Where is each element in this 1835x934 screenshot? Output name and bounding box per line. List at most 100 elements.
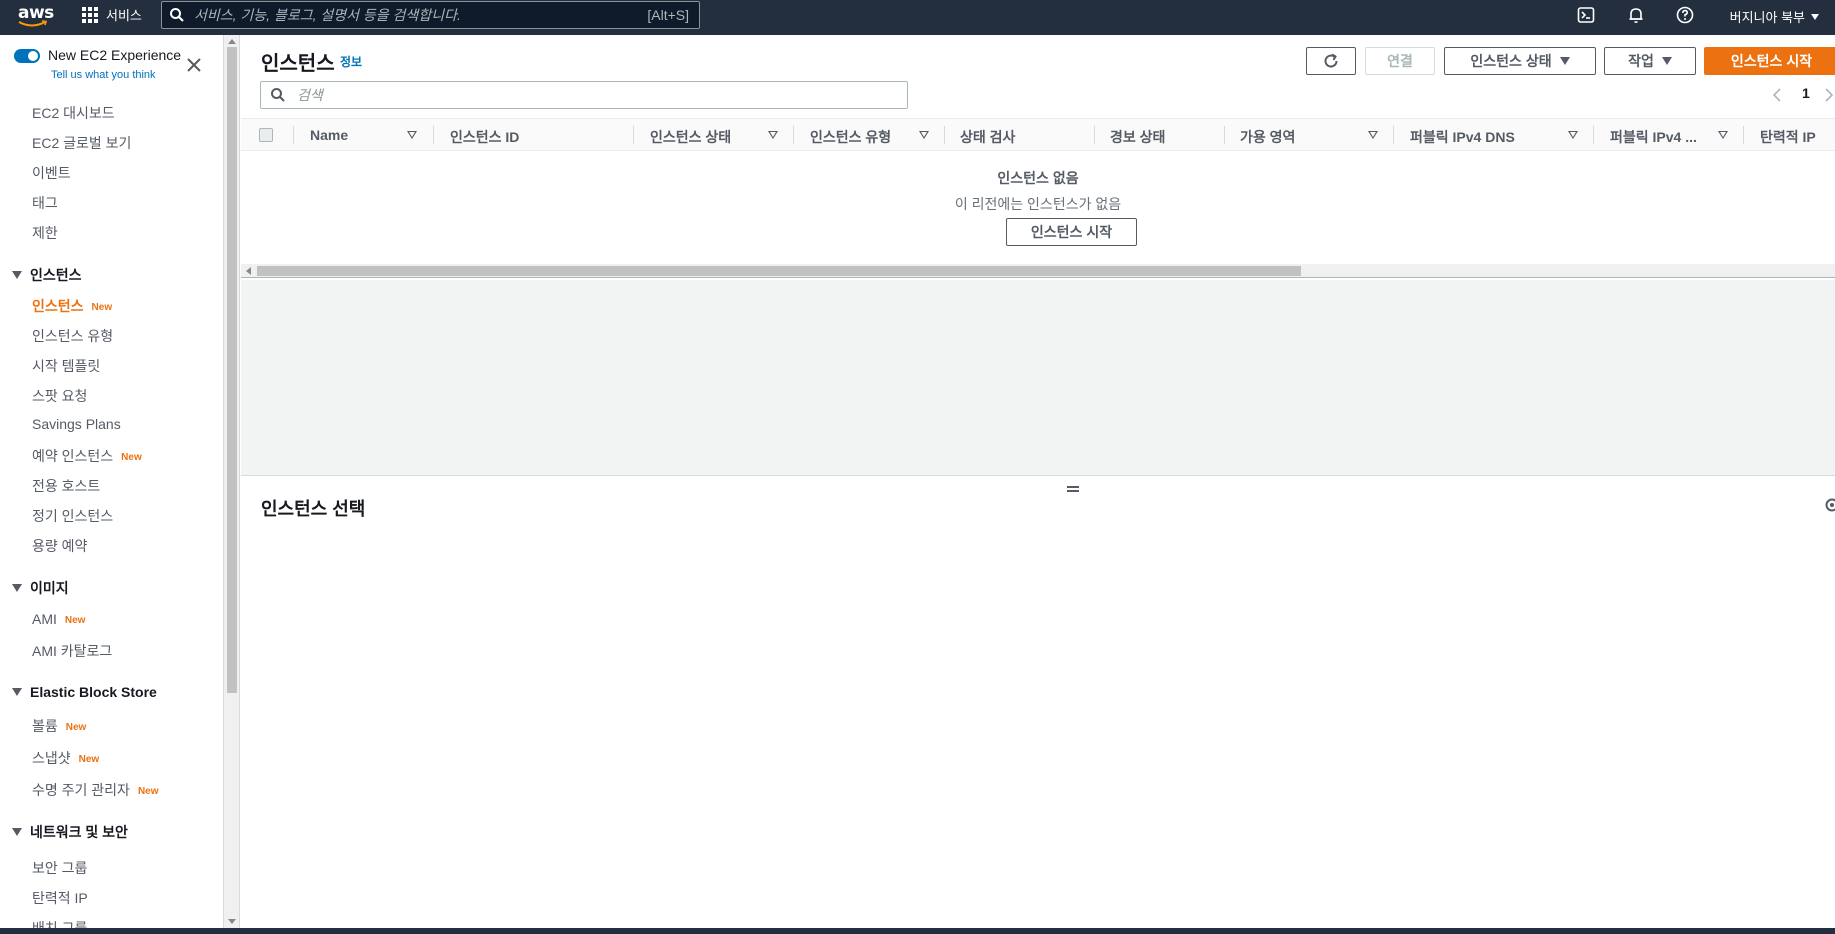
instance-filter-input[interactable]: 검색 <box>260 81 908 109</box>
caret-down-icon <box>1661 57 1672 65</box>
column-header-instance-id[interactable]: 인스턴스 ID <box>450 127 519 147</box>
sidebar-item-lifecycle-manager[interactable]: 수명 주기 관리자 New <box>32 780 159 800</box>
sidebar-item-elastic-ips[interactable]: 탄력적 IP <box>32 888 88 908</box>
instance-state-label: 인스턴스 상태 <box>1470 53 1552 69</box>
column-header-elastic-ip[interactable]: 탄력적 IP <box>1760 127 1816 147</box>
services-label: 서비스 <box>106 8 142 23</box>
global-search-input[interactable]: 서비스, 기능, 블로그, 설명서 등을 검색합니다. [Alt+S] <box>161 1 700 29</box>
sidebar-item-ami[interactable]: AMI New <box>32 611 85 627</box>
sort-icon[interactable] <box>407 131 417 139</box>
sort-icon[interactable] <box>1718 131 1728 139</box>
actions-label: 작업 <box>1628 53 1654 69</box>
split-panel-handle[interactable] <box>1067 486 1079 492</box>
sidebar-section-images[interactable]: 이미지 <box>12 578 69 598</box>
sidebar-item-label: AMI <box>32 611 57 627</box>
sidebar-scrollbar[interactable] <box>224 35 240 928</box>
page-title: 인스턴스 <box>261 53 335 75</box>
table-horizontal-scrollbar[interactable] <box>241 264 1835 278</box>
chevron-left-icon[interactable] <box>1772 87 1782 103</box>
help-icon[interactable] <box>1676 6 1694 24</box>
column-header-instance-state[interactable]: 인스턴스 상태 <box>650 127 731 147</box>
sidebar-item-placement-groups[interactable]: 배치 그룹 <box>32 918 87 928</box>
sidebar-item-instance-types[interactable]: 인스턴스 유형 <box>32 326 113 346</box>
scrollbar-thumb[interactable] <box>227 47 237 693</box>
sidebar-item-security-groups[interactable]: 보안 그룹 <box>32 858 87 878</box>
sidebar-item-label: 인스턴스 <box>32 298 84 314</box>
sidebar-item-events[interactable]: 이벤트 <box>32 163 71 183</box>
sidebar-item-ami-catalog[interactable]: AMI 카탈로그 <box>32 641 112 661</box>
sidebar-section-instances[interactable]: 인스턴스 <box>12 265 82 285</box>
sidebar-item-limits[interactable]: 제한 <box>32 223 58 243</box>
page-number[interactable]: 1 <box>1802 85 1810 101</box>
column-divider <box>433 126 434 144</box>
instance-state-button[interactable]: 인스턴스 상태 <box>1444 47 1596 75</box>
launch-instances-button[interactable]: 인스턴스 시작 <box>1704 47 1835 75</box>
sidebar-item-reserved-instances[interactable]: 예약 인스턴스 New <box>32 446 142 466</box>
sidebar-item-snapshots[interactable]: 스냅샷 New <box>32 748 99 768</box>
column-header-public-ipv4[interactable]: 퍼블릭 IPv4 ... <box>1610 127 1697 147</box>
sort-icon[interactable] <box>768 131 778 139</box>
sidebar-section-network-security[interactable]: 네트워크 및 보안 <box>12 822 128 842</box>
column-header-public-dns[interactable]: 퍼블릭 IPv4 DNS <box>1410 127 1515 147</box>
feedback-link[interactable]: Tell us what you think <box>51 69 156 81</box>
scrollbar-thumb[interactable] <box>257 266 1301 276</box>
close-icon[interactable] <box>186 57 202 73</box>
main-content: 인스턴스 정보 연결 인스턴스 상태 작업 인스턴스 시작 검색 1 Name <box>241 35 1835 928</box>
column-header-name[interactable]: Name <box>310 127 348 143</box>
aws-smile-icon <box>18 20 48 27</box>
column-header-availability-zone[interactable]: 가용 영역 <box>1240 127 1295 147</box>
scroll-left-icon[interactable] <box>246 267 251 275</box>
column-header-instance-type[interactable]: 인스턴스 유형 <box>810 127 891 147</box>
sidebar-item-spot-requests[interactable]: 스팟 요청 <box>32 386 87 406</box>
sidebar-item-dashboard[interactable]: EC2 대시보드 <box>32 103 115 123</box>
sidebar-item-scheduled-instances[interactable]: 정기 인스턴스 <box>32 506 113 526</box>
sidebar-item-instances[interactable]: 인스턴스 New <box>32 296 112 316</box>
sort-icon[interactable] <box>1368 131 1378 139</box>
connect-button[interactable]: 연결 <box>1365 47 1435 75</box>
services-menu-button[interactable]: 서비스 <box>82 0 142 29</box>
empty-launch-button[interactable]: 인스턴스 시작 <box>1006 218 1137 246</box>
experience-toggle[interactable] <box>14 49 40 63</box>
sidebar-item-tags[interactable]: 태그 <box>32 193 58 213</box>
select-all-checkbox[interactable] <box>259 128 273 142</box>
sidebar-item-capacity-reservations[interactable]: 용량 예약 <box>32 536 87 556</box>
apps-grid-icon <box>82 6 98 23</box>
bell-icon[interactable] <box>1627 6 1645 24</box>
chevron-down-icon <box>1811 13 1819 20</box>
column-header-status-check[interactable]: 상태 검사 <box>960 127 1015 147</box>
sort-icon[interactable] <box>919 131 929 139</box>
sidebar-item-dedicated-hosts[interactable]: 전용 호스트 <box>32 476 100 496</box>
column-divider <box>1393 126 1394 144</box>
sidebar-item-launch-templates[interactable]: 시작 템플릿 <box>32 356 100 376</box>
region-selector[interactable]: 버지니아 북부 <box>1730 7 1819 26</box>
cloudshell-icon[interactable] <box>1577 6 1595 24</box>
table-header: Name 인스턴스 ID 인스턴스 상태 인스턴스 유형 상태 검사 경보 상태… <box>241 118 1835 151</box>
sidebar-item-label: 예약 인스턴스 <box>32 448 114 464</box>
chevron-right-icon[interactable] <box>1824 87 1834 103</box>
section-title: 이미지 <box>30 580 69 596</box>
sidebar-item-savings-plans[interactable]: Savings Plans <box>32 416 121 432</box>
sort-icon[interactable] <box>1568 131 1578 139</box>
sidebar-item-volumes[interactable]: 볼륨 New <box>32 716 86 736</box>
new-badge: New <box>64 614 86 626</box>
caret-down-icon <box>12 584 22 592</box>
column-header-alarm-status[interactable]: 경보 상태 <box>1110 127 1165 147</box>
info-link[interactable]: 정보 <box>340 53 362 70</box>
scroll-down-icon[interactable] <box>228 919 236 924</box>
gear-icon[interactable] <box>1823 496 1835 514</box>
column-divider <box>944 126 945 144</box>
bottom-bar <box>0 928 1835 934</box>
section-title: 인스턴스 <box>30 267 82 283</box>
column-divider <box>633 126 634 144</box>
actions-button[interactable]: 작업 <box>1604 47 1696 75</box>
refresh-button[interactable] <box>1306 47 1356 75</box>
new-badge: New <box>91 301 113 313</box>
experience-toggle-area: New EC2 Experience Tell us what you thin… <box>14 47 210 87</box>
scroll-up-icon[interactable] <box>228 39 236 44</box>
table-empty-area <box>241 280 1835 476</box>
caret-down-icon <box>1559 57 1570 65</box>
aws-logo[interactable]: aws <box>18 3 54 29</box>
sidebar-section-ebs[interactable]: Elastic Block Store <box>12 684 157 700</box>
column-divider <box>1224 126 1225 144</box>
sidebar-item-global-view[interactable]: EC2 글로벌 보기 <box>32 133 131 153</box>
